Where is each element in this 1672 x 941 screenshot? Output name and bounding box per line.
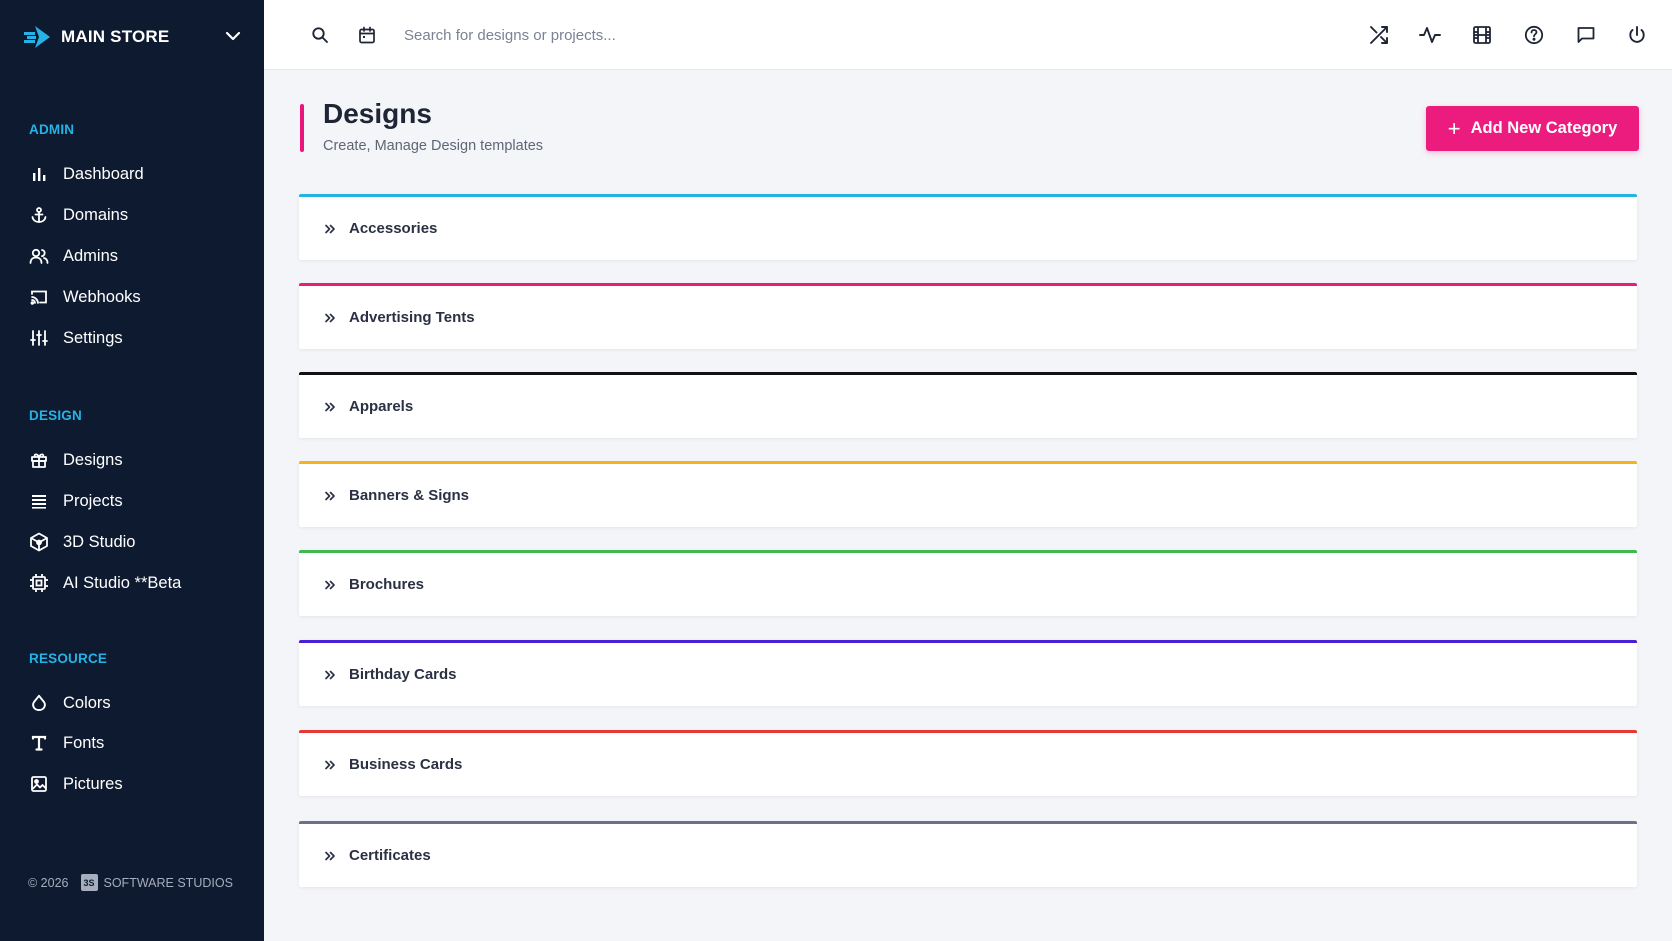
store-name: MAIN STORE [61, 27, 170, 46]
sidebar-item-label: AI Studio **Beta [63, 573, 182, 592]
chevrons-right-icon [323, 222, 337, 236]
category-birthday-cards[interactable]: Birthday Cards [299, 640, 1637, 706]
category-label: Accessories [349, 220, 438, 237]
chevrons-right-icon [323, 758, 337, 772]
sidebar-item-3d-studio[interactable]: 3D Studio [29, 526, 249, 558]
sidebar-item-label: Designs [63, 450, 123, 469]
activity-icon[interactable] [1419, 24, 1441, 46]
copyright-text: © 2026 [28, 875, 69, 890]
sidebar-item-label: Dashboard [63, 164, 144, 183]
sidebar-item-dashboard[interactable]: Dashboard [29, 158, 249, 190]
bar-chart-icon [29, 164, 49, 184]
sidebar-footer: © 2026 3S SOFTWARE STUDIOS [28, 874, 233, 891]
category-label: Certificates [349, 847, 431, 864]
sidebar-item-label: Colors [63, 693, 111, 712]
category-accessories[interactable]: Accessories [299, 194, 1637, 260]
category-label: Birthday Cards [349, 666, 457, 683]
company-logo-icon: 3S [80, 874, 98, 891]
sidebar-item-admins[interactable]: Admins [29, 240, 249, 272]
category-advertising-tents[interactable]: Advertising Tents [299, 283, 1637, 349]
sidebar-item-pictures[interactable]: Pictures [29, 768, 249, 800]
sidebar-item-projects[interactable]: Projects [29, 485, 249, 517]
chevron-down-icon[interactable] [223, 26, 243, 46]
sidebar-item-label: Admins [63, 246, 119, 265]
category-banners-signs[interactable]: Banners & Signs [299, 461, 1637, 527]
sidebar-item-label: Settings [63, 328, 123, 347]
calendar-icon[interactable] [356, 24, 378, 46]
category-apparels[interactable]: Apparels [299, 372, 1637, 438]
page-subtitle: Create, Manage Design templates [323, 138, 544, 154]
sidebar-item-domains[interactable]: Domains [29, 199, 249, 231]
chevrons-right-icon [323, 849, 337, 863]
arrow-logo-icon [23, 24, 53, 50]
category-label: Brochures [349, 576, 425, 593]
category-label: Apparels [349, 398, 414, 415]
chevrons-right-icon [323, 489, 337, 503]
sidebar-item-fonts[interactable]: Fonts [29, 727, 249, 759]
sidebar-item-colors[interactable]: Colors [29, 687, 249, 719]
store-switcher[interactable]: MAIN STORE [23, 22, 243, 52]
section-label-resource: RESOURCE [29, 651, 108, 666]
category-brochures[interactable]: Brochures [299, 550, 1637, 616]
add-new-category-label: Add New Category [1470, 119, 1618, 137]
section-label-design: DESIGN [29, 408, 82, 423]
page-title: Designs [323, 98, 432, 129]
category-business-cards[interactable]: Business Cards [299, 730, 1637, 796]
category-certificates[interactable]: Certificates [299, 821, 1637, 887]
power-icon[interactable] [1626, 24, 1648, 46]
help-circle-icon[interactable] [1523, 24, 1545, 46]
category-label: Banners & Signs [349, 487, 470, 504]
sidebar-item-designs[interactable]: Designs [29, 444, 249, 476]
sidebar-item-label: Domains [63, 205, 129, 224]
type-icon [29, 733, 49, 753]
company-name: SOFTWARE STUDIOS [103, 875, 233, 890]
list-icon [29, 491, 49, 511]
category-label: Business Cards [349, 756, 463, 773]
chevrons-right-icon [323, 668, 337, 682]
sidebar: MAIN STORE ADMIN Dashboard Domains Admin… [0, 0, 264, 941]
droplet-icon [29, 693, 49, 713]
anchor-icon [29, 205, 49, 225]
cast-icon [29, 287, 49, 307]
users-icon [29, 246, 49, 266]
sidebar-item-label: Webhooks [63, 287, 141, 306]
sidebar-item-ai-studio[interactable]: AI Studio **Beta [29, 567, 249, 599]
gift-icon [29, 450, 49, 470]
sliders-icon [29, 328, 49, 348]
cube-icon [29, 532, 49, 552]
sidebar-item-label: Pictures [63, 774, 123, 793]
section-label-admin: ADMIN [29, 122, 75, 137]
search-input[interactable] [404, 20, 1004, 50]
sidebar-item-label: Projects [63, 491, 123, 510]
plus-icon: + [1447, 115, 1461, 141]
category-label: Advertising Tents [349, 309, 475, 326]
film-icon[interactable] [1471, 24, 1493, 46]
sidebar-item-settings[interactable]: Settings [29, 322, 249, 354]
shuffle-icon[interactable] [1368, 24, 1390, 46]
chevrons-right-icon [323, 311, 337, 325]
chevrons-right-icon [323, 578, 337, 592]
sidebar-item-label: 3D Studio [63, 532, 136, 551]
sidebar-item-webhooks[interactable]: Webhooks [29, 281, 249, 313]
chip-icon [29, 573, 49, 593]
chevrons-right-icon [323, 400, 337, 414]
sidebar-item-label: Fonts [63, 733, 105, 752]
add-new-category-button[interactable]: + Add New Category [1426, 106, 1639, 151]
search-icon[interactable] [309, 24, 331, 46]
image-icon [29, 774, 49, 794]
top-bar [264, 0, 1672, 70]
message-square-icon[interactable] [1575, 24, 1597, 46]
title-accent-bar [300, 104, 304, 152]
